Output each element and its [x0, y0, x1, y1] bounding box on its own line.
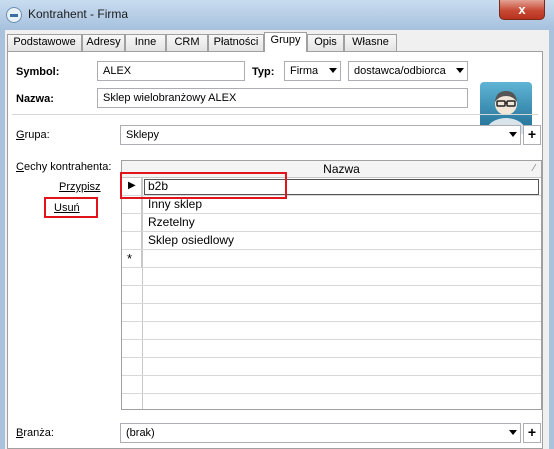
empty-row [122, 304, 541, 322]
symbol-field[interactable]: ALEX [97, 61, 245, 81]
feature-name: Rzetelny [148, 215, 195, 229]
row-indicator [122, 232, 142, 250]
tab-podstawowe[interactable]: Podstawowe [7, 34, 82, 51]
current-row-icon: ▶ [122, 178, 142, 196]
tab-crm[interactable]: CRM [166, 34, 208, 51]
window-title: Kontrahent - Firma [28, 7, 129, 21]
close-button[interactable]: x [499, 0, 545, 20]
active-cell[interactable] [144, 179, 539, 195]
nazwa-field[interactable]: Sklep wielobranżowy ALEX [97, 88, 468, 108]
empty-row [122, 322, 541, 340]
branza-label: Branża: [16, 427, 54, 439]
tab-wlasne[interactable]: Własne [344, 34, 397, 51]
tab-platnosci[interactable]: Płatności [208, 34, 264, 51]
chevron-down-icon [509, 430, 517, 435]
title-bar: Kontrahent - Firma x [0, 0, 554, 30]
new-row[interactable]: * [122, 250, 541, 268]
grupa-select[interactable]: Sklepy [120, 125, 521, 145]
empty-row [122, 286, 541, 304]
chevron-down-icon [509, 132, 517, 137]
column-header-nazwa[interactable]: Nazwa [142, 162, 541, 176]
features-grid[interactable]: Nazwa ⁄ ▶ b2b Inny sklep Rzetelny Sklep … [121, 160, 542, 410]
tab-grupy[interactable]: Grupy [264, 32, 307, 52]
typ-select-value: Firma [290, 65, 319, 77]
grupa-label: Grupa: [16, 129, 50, 141]
table-row[interactable]: Sklep osiedlowy [122, 232, 541, 250]
feature-name: Inny sklep [148, 197, 203, 211]
empty-row [122, 340, 541, 358]
typ-select[interactable]: Firma [284, 61, 341, 81]
tab-opis[interactable]: Opis [307, 34, 344, 51]
chevron-down-icon [329, 68, 337, 73]
row-indicator [122, 214, 142, 232]
grupa-select-value: Sklepy [126, 129, 160, 141]
chevron-down-icon [456, 68, 464, 73]
add-branza-button[interactable]: + [523, 423, 541, 443]
tab-strip: Podstawowe Adresy Inne CRM Płatności Gru… [7, 32, 547, 52]
separator [12, 114, 538, 115]
grid-header: Nazwa ⁄ [122, 161, 541, 178]
branza-select-value: (brak) [126, 427, 155, 439]
empty-row [122, 268, 541, 286]
tab-panel-grupy: Symbol: ALEX Typ: Firma dostawca/odbiorc… [7, 51, 543, 449]
empty-row [122, 358, 541, 376]
typ-label: Typ: [252, 66, 275, 78]
remove-feature-link[interactable]: Usuń [54, 202, 80, 214]
empty-row [122, 376, 541, 394]
dialog-client: Podstawowe Adresy Inne CRM Płatności Gru… [5, 30, 549, 449]
new-row-icon: * [122, 250, 142, 268]
app-icon [6, 7, 22, 23]
role-select-value: dostawca/odbiorca [354, 65, 446, 77]
assign-feature-link[interactable]: Przypisz [59, 181, 101, 193]
row-indicator [122, 196, 142, 214]
feature-name: Sklep osiedlowy [148, 233, 235, 247]
add-grupa-button[interactable]: + [523, 125, 541, 145]
table-row[interactable]: Rzetelny [122, 214, 541, 232]
feature-name: b2b [148, 179, 169, 193]
role-select[interactable]: dostawca/odbiorca [348, 61, 468, 81]
app-window: Kontrahent - Firma x Podstawowe Adresy I… [0, 0, 554, 449]
table-row[interactable]: ▶ b2b [122, 178, 541, 196]
cechy-label: Cechy kontrahenta: [16, 161, 112, 173]
branza-select[interactable]: (brak) [120, 423, 521, 443]
table-row[interactable]: Inny sklep [122, 196, 541, 214]
tab-inne[interactable]: Inne [125, 34, 166, 51]
nazwa-label: Nazwa: [16, 93, 54, 105]
symbol-label: Symbol: [16, 66, 60, 78]
empty-row [122, 394, 541, 409]
tab-adresy[interactable]: Adresy [82, 34, 125, 51]
sort-indicator-icon: ⁄ [533, 163, 535, 174]
